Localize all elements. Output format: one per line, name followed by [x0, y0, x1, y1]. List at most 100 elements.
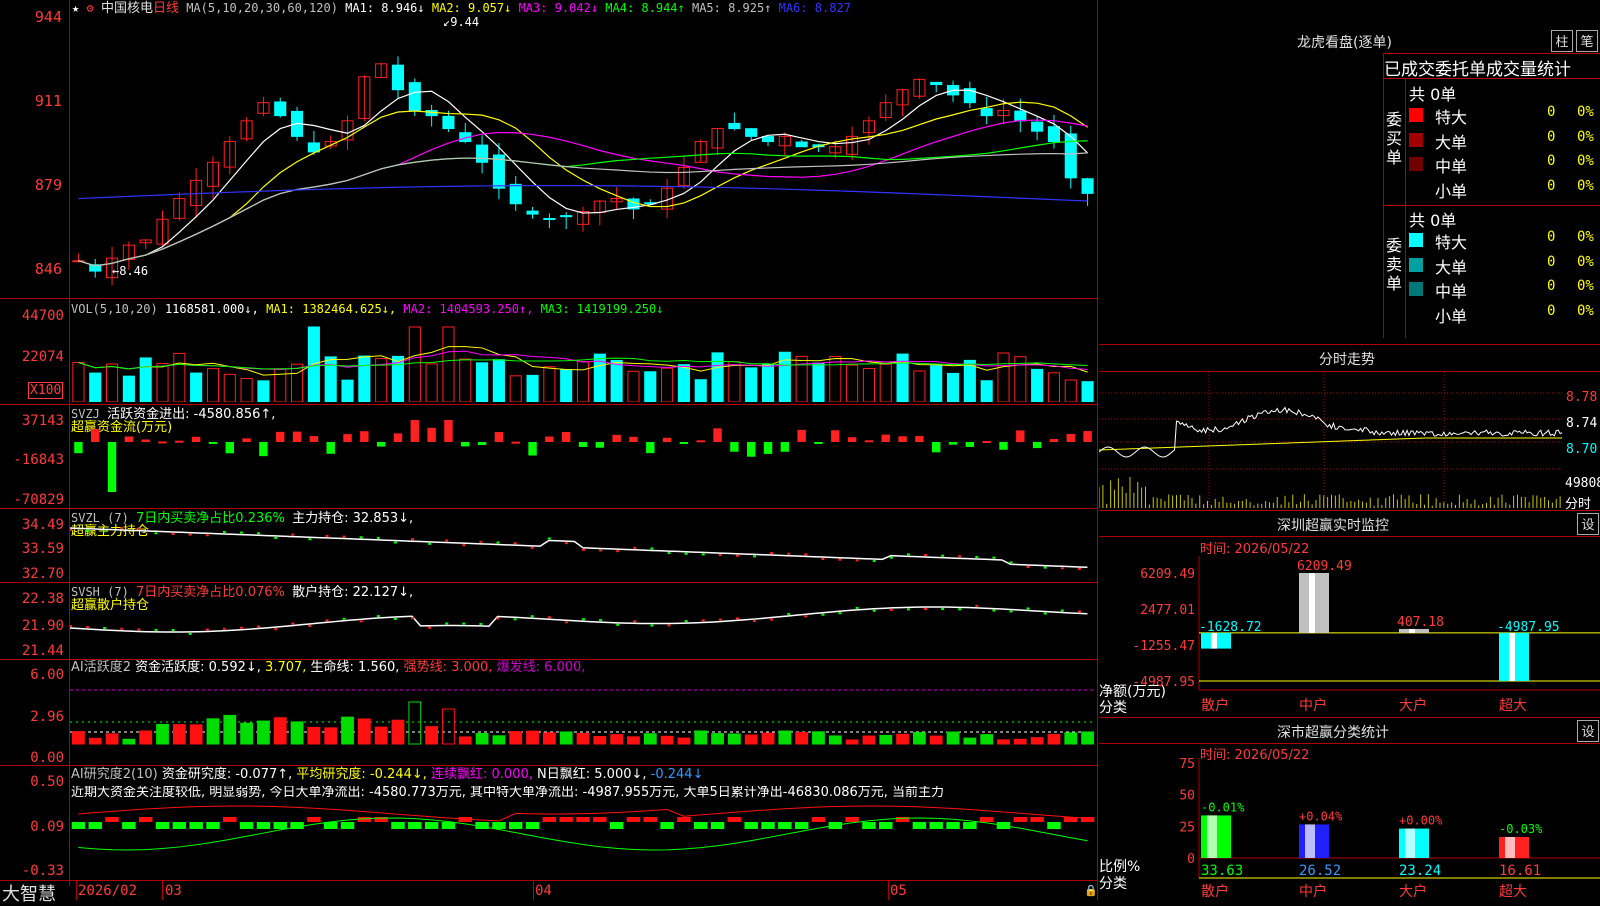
holding-tick — [171, 629, 175, 632]
activity-bar — [139, 730, 153, 745]
sz-stats-chart[interactable]: 75 50 25 0 -0.01% 33.63 散户 +0.04% 26.52 中户 +0.00% 2… — [1099, 758, 1600, 900]
activity-bar — [189, 724, 203, 745]
candle — [1031, 121, 1044, 132]
volume-bar — [761, 363, 775, 402]
volume-chart[interactable] — [70, 318, 1096, 402]
holding-tick — [599, 619, 603, 622]
lhb-tabs[interactable]: 已成交委托单成交量统计 — [1384, 55, 1600, 80]
volume-bar — [1081, 381, 1094, 402]
flow-bar — [545, 436, 554, 442]
flow-bar — [511, 441, 520, 444]
svsh-chart[interactable] — [70, 598, 1096, 658]
holding-tick — [582, 618, 585, 621]
holding-tick — [222, 627, 226, 630]
volume-bar — [358, 355, 371, 402]
sz-monitor-chart[interactable]: 6209.49 2477.01 -1255.47 -4987.95 -1628.72 散户… — [1099, 556, 1600, 716]
holding-tick — [889, 608, 893, 611]
holding-tick — [564, 542, 568, 545]
holding-tick — [633, 620, 637, 623]
lhb-bar-button[interactable]: 柱 — [1551, 30, 1573, 52]
stats-axis-label: 75 — [1179, 758, 1195, 772]
holding-tick — [445, 622, 449, 625]
holding-tick — [667, 552, 671, 555]
activity-bar — [357, 718, 371, 745]
flow-bar — [1032, 442, 1042, 449]
flow-bar — [124, 436, 134, 442]
volume-bar — [846, 364, 859, 402]
holding-tick — [308, 624, 312, 627]
holding-tick — [821, 558, 825, 561]
lock-icon[interactable]: 🔒 — [1084, 884, 1098, 897]
svzl-chart[interactable] — [70, 522, 1096, 580]
sz-stats-cat: 分类 — [1099, 876, 1127, 892]
holding-tick — [86, 626, 90, 629]
research-bar — [963, 822, 977, 829]
svsh-axis-label: 21.44 — [21, 643, 64, 659]
ai-research-axis-label: 0.09 — [30, 819, 64, 835]
flow-bar — [191, 436, 201, 442]
volume-bar — [644, 371, 657, 402]
buy-total: 共 0单 — [1409, 85, 1457, 104]
ma-line — [78, 184, 1088, 202]
lhb-row-name: 特大 — [1435, 233, 1468, 252]
ai-active-chart[interactable] — [70, 672, 1096, 764]
lhb-row-count: 0 — [1547, 104, 1556, 120]
sz-stats-settings-button[interactable]: 设 — [1577, 720, 1599, 742]
candle — [509, 183, 522, 205]
brand-label[interactable]: 大智慧 — [2, 880, 56, 906]
research-bar — [307, 817, 321, 822]
stats-value-label: 23.24 — [1399, 863, 1441, 879]
flow-bar — [696, 440, 705, 443]
holding-tick — [735, 554, 739, 557]
holding-tick — [735, 617, 739, 620]
svzj-chart[interactable] — [70, 420, 1096, 506]
holding-tick — [684, 552, 688, 555]
activity-bar — [660, 735, 674, 745]
activity-bar — [845, 739, 859, 745]
ai-research-chart[interactable] — [70, 804, 1096, 878]
date-label: 03 — [165, 883, 182, 899]
candle — [1047, 126, 1061, 143]
monitor-bar-highlight — [1509, 632, 1515, 681]
holding-tick — [855, 559, 859, 562]
volume-bar — [1047, 372, 1061, 402]
volume-bar — [694, 379, 707, 402]
holding-tick — [530, 546, 534, 549]
ma-line — [78, 101, 1088, 267]
sz-stats-title: 深市超赢分类统计 — [1277, 725, 1389, 741]
holding-tick — [616, 623, 620, 626]
volume-bar — [139, 357, 152, 402]
candle — [543, 218, 556, 221]
research-bar — [223, 817, 237, 822]
color-swatch — [1409, 282, 1423, 296]
lhb-row: 小单 0 0% — [1409, 178, 1600, 201]
lhb-row-pct: 0% — [1577, 253, 1594, 270]
holding-tick — [958, 608, 962, 611]
holding-tick — [992, 609, 996, 612]
activity-bar — [778, 730, 792, 745]
color-swatch — [1409, 157, 1423, 171]
sz-monitor-settings-button[interactable]: 设 — [1577, 513, 1599, 535]
holding-tick — [171, 532, 175, 535]
lhb-tick-button[interactable]: 笔 — [1576, 30, 1598, 52]
main-chart-area[interactable]: 944 911 879 846 ★ ⚙ 中国核电日线 MA(5,10,20,30… — [0, 0, 1098, 905]
activity-bar — [593, 736, 607, 745]
holding-tick — [1077, 567, 1081, 570]
stats-change-label: +0.04% — [1299, 809, 1343, 823]
activity-bar — [307, 726, 321, 745]
holding-tick — [120, 526, 124, 529]
flow-bar — [444, 420, 453, 442]
holding-tick — [257, 625, 261, 628]
volume-bar — [576, 361, 590, 402]
holding-tick — [530, 615, 534, 618]
candlestick-chart[interactable] — [70, 12, 1096, 297]
monitor-category-label: 散户 — [1201, 697, 1229, 714]
flow-bar — [393, 433, 403, 442]
flow-bar — [1066, 433, 1075, 442]
intraday-chart[interactable] — [1099, 372, 1564, 508]
ma-line — [78, 89, 1089, 267]
stats-value-label: 16.61 — [1499, 863, 1541, 879]
ai-research-title: AI研究度2(10) 资金研究度: -0.077↑, 平均研究度: -0.244… — [71, 767, 704, 782]
activity-bar — [1013, 738, 1027, 745]
volume-bar — [240, 377, 253, 402]
